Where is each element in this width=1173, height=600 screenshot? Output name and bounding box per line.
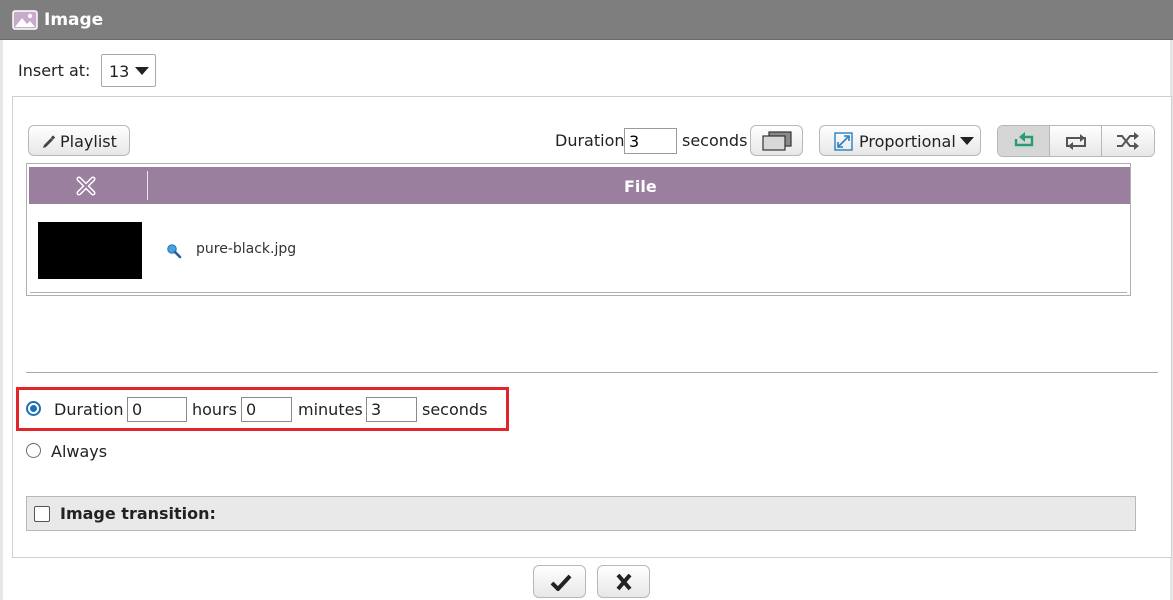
scale-mode-label: Proportional (859, 132, 956, 151)
loop-mode-loop-button[interactable] (998, 126, 1050, 156)
insert-at-value: 13 (109, 62, 130, 81)
duration-form-label: Duration (54, 400, 124, 419)
image-transition-label: Image transition: (60, 504, 216, 523)
hours-input[interactable] (127, 397, 187, 422)
duration-label: Duration (555, 131, 625, 150)
repeat-icon (1066, 134, 1086, 150)
shuffle-icon (1117, 132, 1139, 150)
playlist-table: File pure-black.jpg (26, 163, 1131, 296)
image-transition-checkbox[interactable] (34, 506, 50, 522)
caret-down-icon (960, 137, 974, 145)
insert-at-label: Insert at: (18, 61, 91, 80)
loop-mode-group (997, 125, 1155, 157)
remove-all-button[interactable] (29, 167, 147, 204)
seconds-form-label: seconds (422, 400, 488, 419)
image-icon (12, 10, 38, 30)
image-thumbnail (38, 222, 142, 279)
minutes-label: minutes (298, 400, 363, 419)
always-radio[interactable] (26, 443, 41, 458)
loop-mode-shuffle-button[interactable] (1102, 126, 1154, 156)
hours-label: hours (192, 400, 237, 419)
playlist-button[interactable]: Playlist (28, 125, 130, 156)
pencil-icon (43, 135, 56, 148)
header-divider (147, 171, 148, 200)
dialog-title: Image (44, 10, 104, 30)
minutes-input[interactable] (241, 397, 292, 422)
section-separator (26, 372, 1158, 373)
screens-icon (762, 131, 792, 151)
playlist-label: Playlist (60, 132, 117, 151)
close-icon (76, 176, 96, 196)
resize-diagonal-icon (834, 132, 853, 151)
table-bottom-line (30, 292, 1127, 293)
frame-border-left (0, 40, 3, 600)
search-icon[interactable] (166, 243, 182, 259)
insert-at-select[interactable]: 13 (101, 54, 156, 87)
image-transition-bar: Image transition: (26, 496, 1136, 531)
loop-icon (1014, 132, 1034, 147)
cancel-button[interactable] (597, 565, 650, 598)
checkmark-icon (550, 574, 572, 591)
scale-mode-dropdown[interactable]: Proportional (819, 125, 981, 156)
seconds-input[interactable] (366, 397, 417, 422)
duration-radio[interactable] (26, 401, 41, 416)
table-header: File (29, 167, 1130, 204)
close-icon (616, 574, 632, 591)
dialog-titlebar: Image (0, 0, 1173, 40)
loop-mode-repeat-button[interactable] (1050, 126, 1102, 156)
caret-down-icon (135, 67, 149, 75)
seconds-label: seconds (682, 131, 748, 150)
ok-button[interactable] (533, 565, 586, 598)
file-column-header: File (624, 177, 657, 196)
always-label: Always (51, 442, 108, 461)
screens-button[interactable] (750, 125, 803, 156)
file-name: pure-black.jpg (196, 241, 297, 257)
duration-input[interactable] (624, 128, 677, 154)
